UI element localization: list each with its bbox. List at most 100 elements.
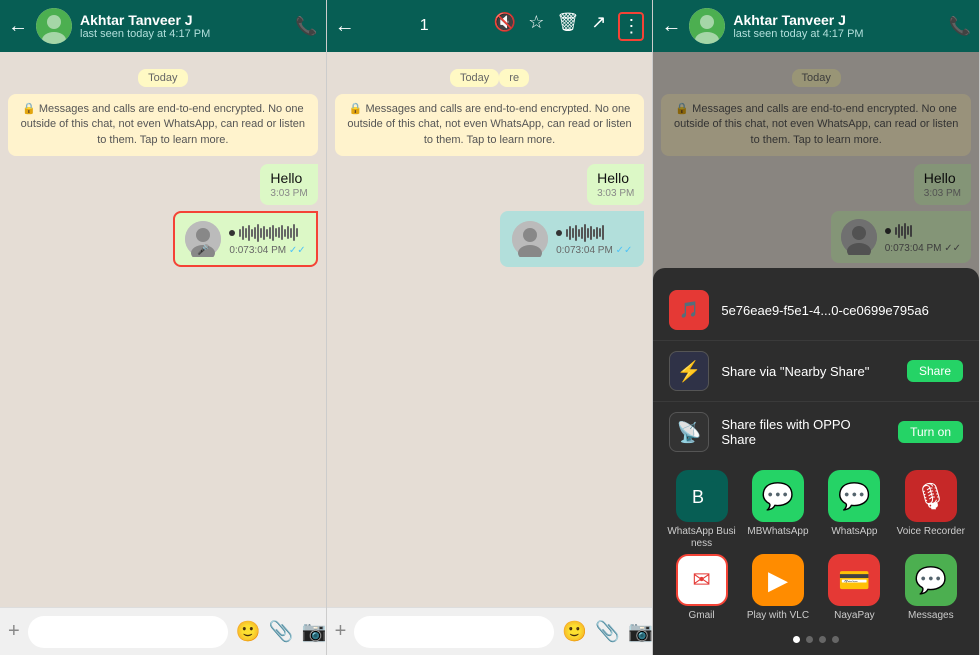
back-button-3[interactable]: ←	[661, 15, 681, 38]
share-oppo-row: 📡 Share files with OPPO Share Turn on	[653, 402, 979, 462]
chat-bottom-2: + 🙂 📎 📷 🎤	[327, 607, 653, 655]
msg-text-hello-1: Hello	[270, 170, 307, 186]
camera-icon-2[interactable]: 📷	[628, 619, 653, 644]
waveform-2	[556, 223, 632, 243]
camera-icon-1[interactable]: 📷	[302, 619, 327, 644]
voice-bubble-1[interactable]: 🎤	[173, 211, 317, 267]
message-hello-1: Hello 3:03 PM	[8, 164, 318, 205]
voice-content-2: 0:07 3:04 PM ✓✓	[556, 223, 632, 256]
message-hello-2: Hello 3:03 PM	[335, 164, 645, 205]
gmail-icon: ✉	[676, 554, 728, 606]
header-icons-3: 📞	[949, 16, 971, 37]
voice-bubble-3: 0:07 3:04 PM ✓✓	[831, 211, 971, 263]
oppo-share-label: Share files with OPPO Share	[721, 417, 886, 447]
message-input-2[interactable]	[354, 616, 554, 648]
panel2-header-icons: 🔇 ☆ 🗑 ↗ ⋮	[494, 12, 645, 41]
share-app-voice-recorder[interactable]: 🎙 Voice Recorder	[895, 470, 967, 550]
chat-header-3: ← Akhtar Tanveer J last seen today at 4:…	[653, 0, 979, 52]
attachment-icon-2[interactable]: 📎	[595, 619, 620, 644]
voice-duration-1: 0:07	[229, 245, 248, 256]
avatar-3	[689, 8, 725, 44]
message-hello-3: Hello 3:03 PM	[661, 164, 971, 205]
svg-text:B: B	[692, 487, 704, 507]
share-app-mbwhatsapp[interactable]: 💬 MBWhatsApp	[742, 470, 814, 550]
whatsapp-icon: 💬	[828, 470, 880, 522]
file-name: 5e76eae9-f5e1-4...0-ce0699e795a6	[721, 303, 963, 318]
waveform-3	[885, 221, 961, 241]
back-button-1[interactable]: ←	[8, 15, 28, 38]
whatsapp-label: WhatsApp	[831, 526, 877, 538]
call-icon-1[interactable]: 📞	[295, 16, 317, 37]
header-info-1: Akhtar Tanveer J last seen today at 4:17…	[80, 12, 287, 40]
mbwhatsapp-label: MBWhatsApp	[747, 526, 808, 538]
voice-duration-2: 0:07	[556, 245, 575, 256]
voice-meta-1: 0:07 3:04 PM ✓✓	[229, 245, 305, 256]
panel-2: ← 1 🔇 ☆ 🗑 ↗ ⋮ Todayre 🔒 Messages and cal…	[327, 0, 654, 655]
share-file-row: 🎵 5e76eae9-f5e1-4...0-ce0699e795a6	[653, 280, 979, 341]
voice-avatar-2	[512, 221, 548, 257]
voice-meta-3: 0:07 3:04 PM ✓✓	[885, 243, 961, 254]
message-input-1[interactable]	[28, 616, 228, 648]
msg-text-hello-2: Hello	[597, 170, 634, 186]
contact-name-1: Akhtar Tanveer J	[80, 12, 287, 28]
forward-icon[interactable]: ↗	[591, 12, 606, 41]
voice-bubble-2-selected[interactable]: 0:07 3:04 PM ✓✓	[500, 211, 644, 267]
chat-body-1: Today 🔒 Messages and calls are end-to-en…	[0, 52, 326, 607]
vlc-icon: ▶	[752, 554, 804, 606]
mute-icon[interactable]: 🔇	[494, 12, 516, 41]
contact-status-1: last seen today at 4:17 PM	[80, 28, 287, 40]
dot-2	[806, 636, 813, 643]
nearby-share-icon: ⚡	[669, 351, 709, 391]
waveform-1	[229, 223, 305, 243]
attachment-icon-1[interactable]: 📎	[269, 619, 294, 644]
messages-label: Messages	[908, 610, 954, 622]
header-icons-1: 📞	[295, 16, 317, 37]
file-icon: 🎵	[669, 290, 709, 330]
emoji-icon-1[interactable]: 🙂	[236, 619, 261, 644]
chat-header-2: ← 1 🔇 ☆ 🗑 ↗ ⋮	[327, 0, 653, 52]
share-app-vlc[interactable]: ▶ Play with VLC	[742, 554, 814, 622]
dot-3	[819, 636, 826, 643]
chat-body-2: Todayre 🔒 Messages and calls are end-to-…	[327, 52, 653, 607]
emoji-icon-2[interactable]: 🙂	[562, 619, 587, 644]
share-nearby-row: ⚡ Share via "Nearby Share" Share	[653, 341, 979, 402]
voice-message-row-3: 0:07 3:04 PM ✓✓	[661, 211, 971, 263]
share-app-whatsapp-business[interactable]: B WhatsApp Busi ness	[665, 470, 737, 550]
voice-message-row-1[interactable]: 🎤	[8, 211, 318, 267]
msg-meta-hello-1: 3:03 PM	[270, 188, 307, 199]
date-divider-1: Today	[8, 68, 318, 86]
delete-icon[interactable]: 🗑	[556, 12, 579, 41]
gmail-label: Gmail	[688, 610, 714, 622]
share-app-gmail[interactable]: ✉ Gmail	[665, 554, 737, 622]
voice-meta-2: 0:07 3:04 PM ✓✓	[556, 245, 632, 256]
encrypted-notice-1: 🔒 Messages and calls are end-to-end encr…	[8, 94, 318, 156]
voice-content-3: 0:07 3:04 PM ✓✓	[885, 221, 961, 254]
more-options-icon[interactable]: ⋮	[618, 12, 644, 41]
whatsapp-business-icon: B	[676, 470, 728, 522]
voice-recorder-label: Voice Recorder	[897, 526, 965, 538]
add-button-2[interactable]: +	[335, 620, 347, 643]
voice-message-row-2[interactable]: 0:07 3:04 PM ✓✓	[335, 211, 645, 267]
star-icon[interactable]: ☆	[528, 12, 544, 41]
share-apps-grid: B WhatsApp Busi ness 💬 MBWhatsApp 💬 What…	[653, 462, 979, 630]
add-button-1[interactable]: +	[8, 620, 20, 643]
oppo-share-btn[interactable]: Turn on	[898, 421, 963, 443]
nearby-share-btn[interactable]: Share	[907, 360, 963, 382]
date-divider-3: Today	[661, 68, 971, 86]
share-app-whatsapp[interactable]: 💬 WhatsApp	[818, 470, 890, 550]
voice-recorder-icon: 🎙	[905, 470, 957, 522]
vlc-label: Play with VLC	[747, 610, 809, 622]
share-app-messages[interactable]: 💬 Messages	[895, 554, 967, 622]
selection-count: 1	[365, 17, 484, 35]
date-divider-2: Todayre	[335, 68, 645, 86]
back-button-2[interactable]: ←	[335, 15, 355, 38]
panel-3: ← Akhtar Tanveer J last seen today at 4:…	[653, 0, 980, 655]
call-icon-3[interactable]: 📞	[949, 16, 971, 37]
share-pagination-dots	[653, 630, 979, 647]
share-app-nayapay[interactable]: 💳 NayaPay	[818, 554, 890, 622]
bubble-hello-2: Hello 3:03 PM	[587, 164, 644, 205]
chat-header-1: ← Akhtar Tanveer J last seen today at 4:…	[0, 0, 326, 52]
dot-1	[793, 636, 800, 643]
nayapay-label: NayaPay	[834, 610, 875, 622]
voice-avatar-1: 🎤	[185, 221, 221, 257]
